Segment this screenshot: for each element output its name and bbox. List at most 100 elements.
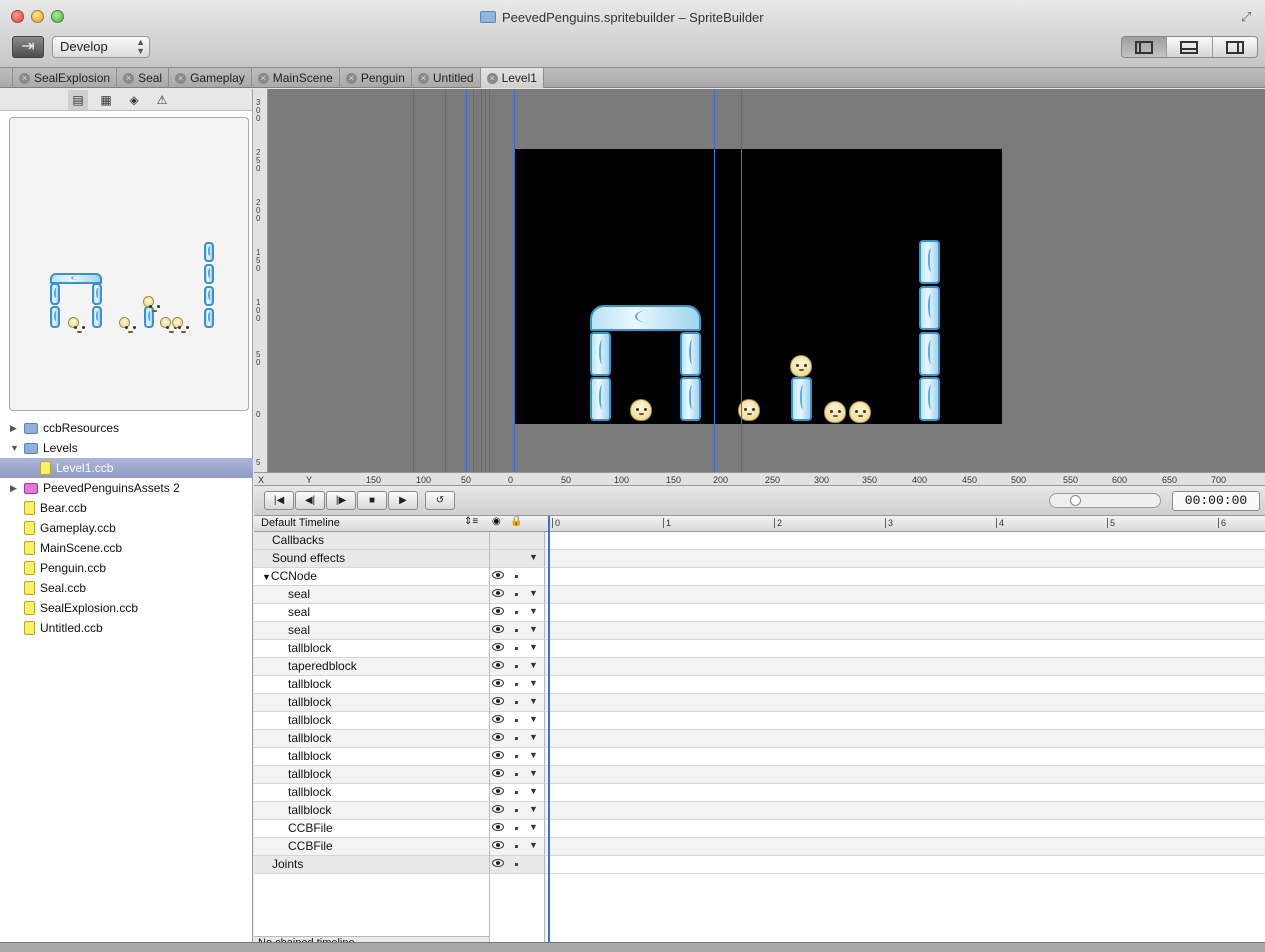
timeline-section-row[interactable]: Sound effects bbox=[254, 550, 489, 568]
go-to-start-button[interactable]: |◀ bbox=[264, 491, 294, 510]
lock-toggle[interactable] bbox=[515, 737, 518, 740]
timeline-section-row[interactable]: Joints bbox=[254, 856, 489, 874]
expand-properties-icon[interactable]: ▼ bbox=[529, 624, 538, 634]
lock-toggle[interactable] bbox=[515, 683, 518, 686]
zoom-window-button[interactable] bbox=[51, 10, 64, 23]
tree-item[interactable]: MainScene.ccb bbox=[0, 538, 253, 558]
close-tab-icon[interactable]: × bbox=[345, 72, 357, 84]
stage[interactable] bbox=[514, 149, 1002, 424]
visibility-eye-icon[interactable] bbox=[492, 625, 504, 633]
tab-penguin[interactable]: × Penguin bbox=[338, 68, 411, 88]
timeline-track-row[interactable] bbox=[546, 694, 1265, 712]
guide-line[interactable] bbox=[714, 89, 715, 472]
scene-canvas[interactable]: 3 0 0 2 5 0 2 0 0 1 5 0 1 0 0 5 0 0 5 bbox=[254, 89, 1265, 472]
fullscreen-icon[interactable]: ⤢ bbox=[1241, 10, 1255, 24]
play-button[interactable]: ▶ bbox=[388, 491, 418, 510]
visibility-eye-icon[interactable] bbox=[492, 751, 504, 759]
tab-gameplay[interactable]: × Gameplay bbox=[168, 68, 251, 88]
tab-level1[interactable]: × Level1 bbox=[479, 68, 544, 88]
visibility-eye-icon[interactable] bbox=[492, 715, 504, 723]
guide-line[interactable] bbox=[514, 89, 515, 472]
tab-seal[interactable]: × Seal bbox=[116, 68, 168, 88]
close-tab-icon[interactable]: × bbox=[417, 72, 429, 84]
visibility-eye-icon[interactable] bbox=[492, 697, 504, 705]
close-tab-icon[interactable]: × bbox=[175, 72, 187, 84]
timeline-node-row[interactable]: tallblock bbox=[254, 766, 489, 784]
timeline-track-row[interactable] bbox=[546, 802, 1265, 820]
timeline-node-row[interactable]: seal bbox=[254, 622, 489, 640]
close-tab-icon[interactable]: × bbox=[486, 72, 498, 84]
tree-item[interactable]: Gameplay.ccb bbox=[0, 518, 253, 538]
visibility-eye-icon[interactable] bbox=[492, 769, 504, 777]
toggle-bottom-panel-button[interactable] bbox=[1167, 37, 1213, 57]
publish-button[interactable]: ⇥ bbox=[12, 36, 44, 58]
timeline-track-row[interactable] bbox=[546, 766, 1265, 784]
expand-properties-icon[interactable]: ▼ bbox=[529, 714, 538, 724]
lock-toggle[interactable] bbox=[515, 719, 518, 722]
step-forward-button[interactable]: |▶ bbox=[326, 491, 356, 510]
lock-toggle[interactable] bbox=[515, 827, 518, 830]
visibility-eye-icon[interactable] bbox=[492, 607, 504, 615]
tree-item[interactable]: Seal.ccb bbox=[0, 578, 253, 598]
timeline-menu-icon[interactable]: ⇕≡ bbox=[464, 516, 478, 527]
minimize-window-button[interactable] bbox=[31, 10, 44, 23]
lock-toggle[interactable] bbox=[515, 665, 518, 668]
timeline-track-row[interactable] bbox=[546, 550, 1265, 568]
lock-toggle[interactable] bbox=[515, 809, 518, 812]
lock-toggle[interactable] bbox=[515, 575, 518, 578]
components-icon[interactable]: ◈ bbox=[127, 93, 141, 107]
timeline-track-row[interactable] bbox=[546, 658, 1265, 676]
expand-properties-icon[interactable]: ▼ bbox=[529, 660, 538, 670]
timeline-track-row[interactable] bbox=[546, 604, 1265, 622]
lock-toggle[interactable] bbox=[515, 863, 518, 866]
timeline-node-row[interactable]: tallblock bbox=[254, 676, 489, 694]
guide-line[interactable] bbox=[485, 89, 486, 472]
visibility-eye-icon[interactable] bbox=[492, 859, 504, 867]
timeline-track-row[interactable] bbox=[546, 622, 1265, 640]
timeline-section-row[interactable]: Callbacks bbox=[254, 532, 489, 550]
timeline-track-row[interactable] bbox=[546, 586, 1265, 604]
expand-properties-icon[interactable]: ▼ bbox=[529, 606, 538, 616]
lock-toggle[interactable] bbox=[515, 845, 518, 848]
ccbfile-seal[interactable] bbox=[849, 401, 871, 423]
timeline-track-row[interactable] bbox=[546, 568, 1265, 586]
expand-properties-icon[interactable]: ▼ bbox=[529, 732, 538, 742]
tab-sealexplosion[interactable]: × SealExplosion bbox=[12, 68, 116, 88]
tallblock[interactable] bbox=[791, 377, 812, 421]
timeline-node-row[interactable]: seal bbox=[254, 604, 489, 622]
step-back-button[interactable]: ◀| bbox=[295, 491, 325, 510]
close-tab-icon[interactable]: × bbox=[123, 72, 135, 84]
tree-item[interactable]: Penguin.ccb bbox=[0, 558, 253, 578]
toggle-left-panel-button[interactable] bbox=[1122, 37, 1168, 57]
timeline-track-row[interactable] bbox=[546, 784, 1265, 802]
timeline-track-row[interactable] bbox=[546, 640, 1265, 658]
lock-toggle[interactable] bbox=[515, 629, 518, 632]
toggle-right-panel-button[interactable] bbox=[1212, 37, 1257, 57]
visibility-eye-icon[interactable] bbox=[492, 823, 504, 831]
timeline-node-row[interactable]: tallblock bbox=[254, 694, 489, 712]
tallblock[interactable] bbox=[919, 240, 940, 284]
tab-untitled[interactable]: × Untitled bbox=[410, 68, 480, 88]
time-display[interactable]: 00:00:00 bbox=[1172, 491, 1260, 511]
timeline-tracks[interactable] bbox=[546, 532, 1265, 952]
timeline-node-row[interactable]: tallblock bbox=[254, 748, 489, 766]
visibility-eye-icon[interactable] bbox=[492, 679, 504, 687]
tree-item[interactable]: ▶ ccbResources bbox=[0, 418, 253, 438]
visibility-eye-icon[interactable] bbox=[492, 589, 504, 597]
lock-toggle[interactable] bbox=[515, 791, 518, 794]
expand-properties-icon[interactable]: ▼ bbox=[529, 768, 538, 778]
timeline-node-row[interactable]: tallblock bbox=[254, 640, 489, 658]
tallblock[interactable] bbox=[680, 332, 701, 376]
warning-icon[interactable]: ⚠ bbox=[155, 93, 169, 107]
lock-toggle[interactable] bbox=[515, 593, 518, 596]
expand-properties-icon[interactable]: ▼ bbox=[529, 642, 538, 652]
tree-item[interactable]: Level1.ccb bbox=[0, 458, 253, 478]
expand-properties-icon[interactable]: ▼ bbox=[529, 678, 538, 688]
timeline-select[interactable]: Default Timeline bbox=[261, 517, 340, 529]
timeline-track-row[interactable] bbox=[546, 730, 1265, 748]
expand-properties-icon[interactable]: ▼ bbox=[529, 804, 538, 814]
timeline-track-row[interactable] bbox=[546, 748, 1265, 766]
tallblock[interactable] bbox=[590, 332, 611, 376]
expand-properties-icon[interactable]: ▼ bbox=[529, 588, 538, 598]
visibility-eye-icon[interactable] bbox=[492, 661, 504, 669]
